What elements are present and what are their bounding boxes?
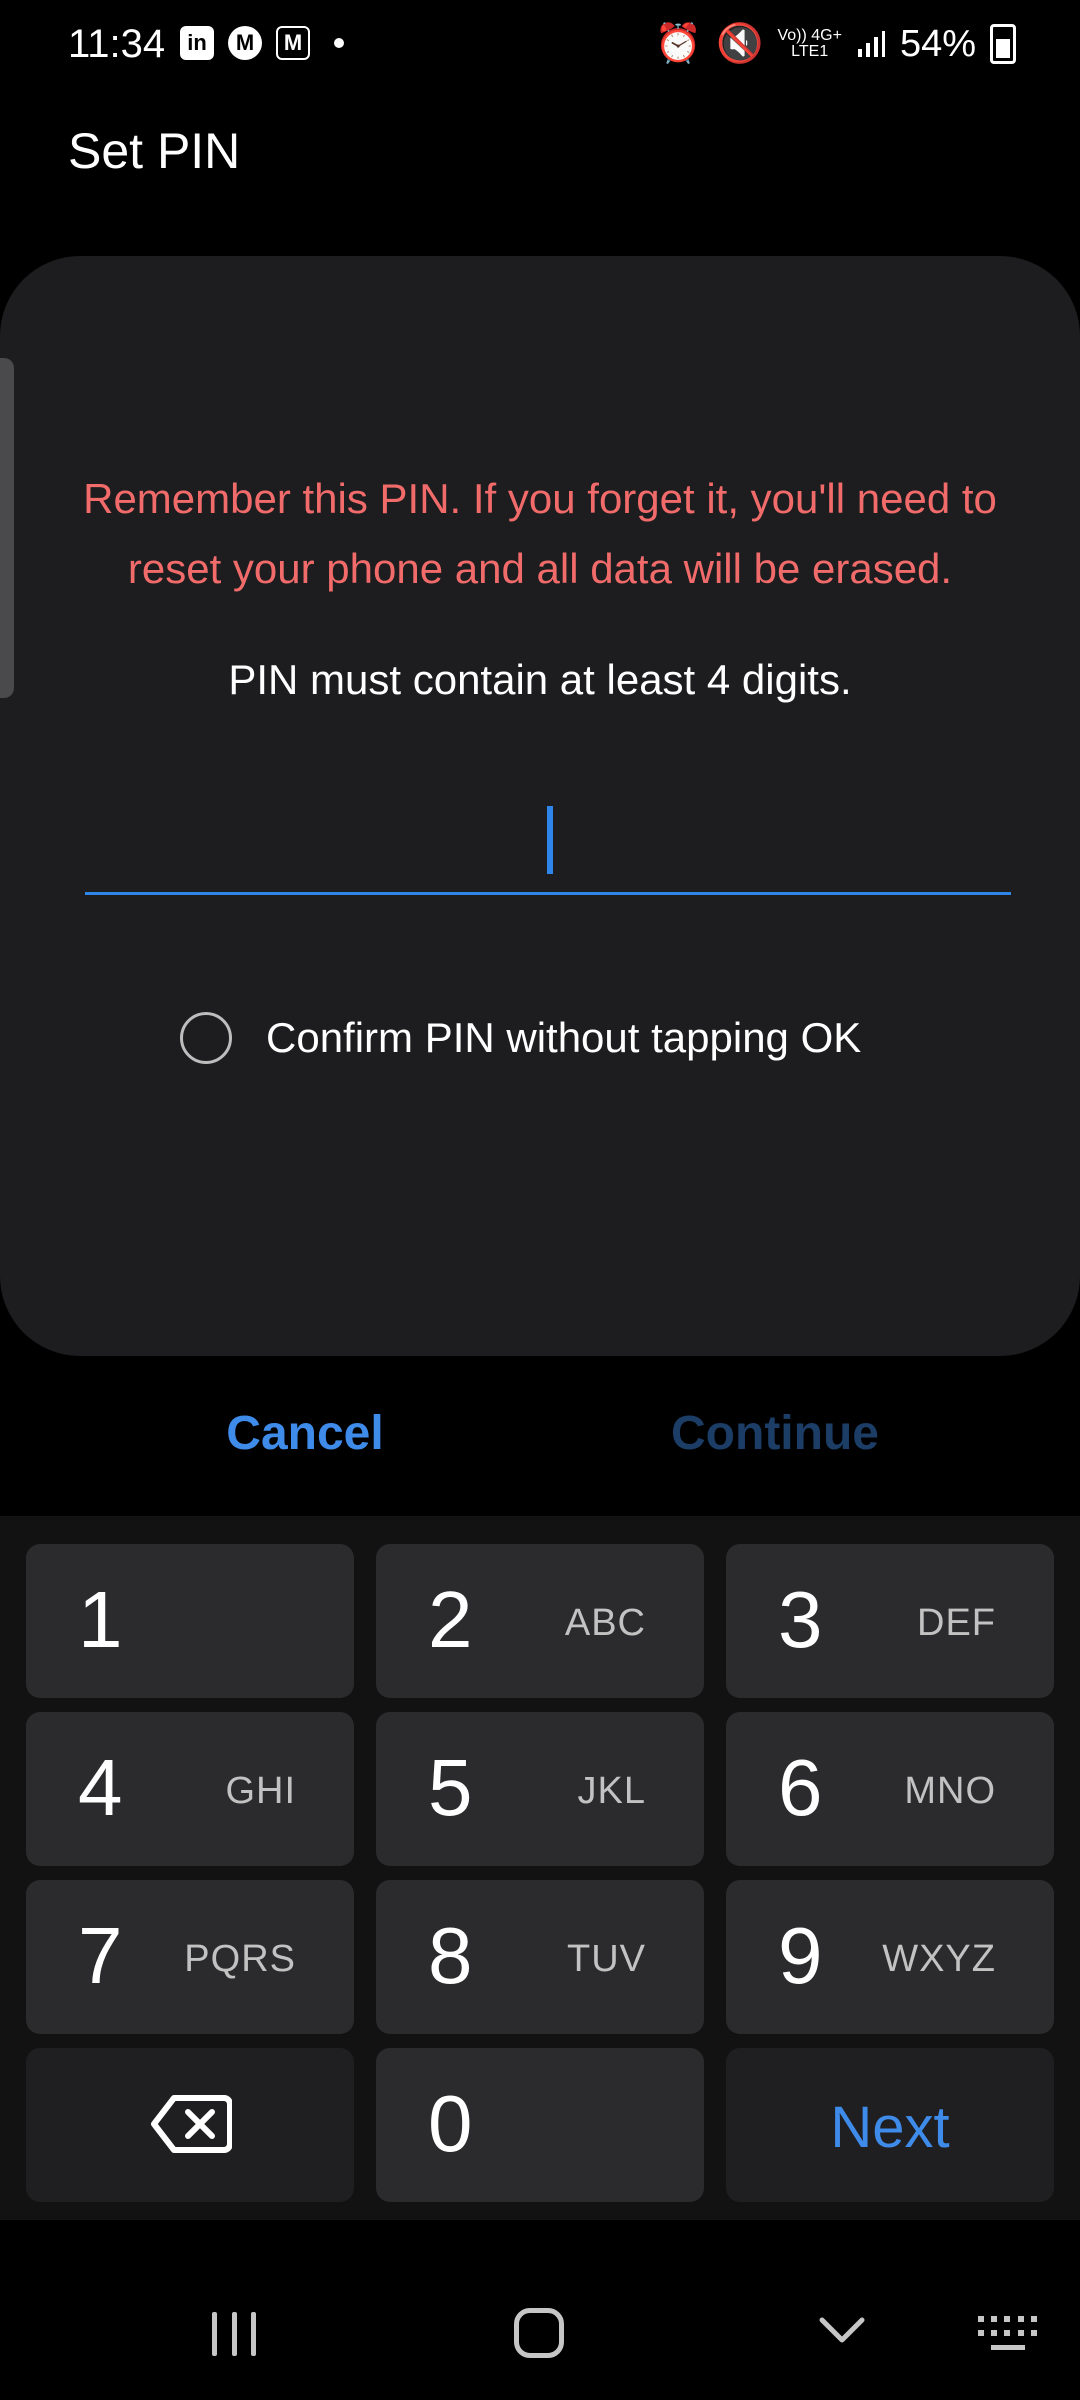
home-icon[interactable] bbox=[514, 2308, 564, 2358]
key-digit: 8 bbox=[428, 1911, 473, 2000]
key-7[interactable]: 7 PQRS bbox=[26, 1880, 354, 2034]
continue-button[interactable]: Continue bbox=[640, 1406, 910, 1461]
key-0[interactable]: 0 bbox=[376, 2048, 704, 2202]
pin-hint-text: PIN must contain at least 4 digits. bbox=[228, 656, 852, 703]
chevron-down-icon[interactable] bbox=[816, 2310, 868, 2350]
network-label: Vo)) 4G+ LTE1 bbox=[777, 27, 842, 60]
key-9[interactable]: 9 WXYZ bbox=[726, 1880, 1054, 2034]
key-digit: 4 bbox=[78, 1743, 123, 1832]
key-8[interactable]: 8 TUV bbox=[376, 1880, 704, 2034]
battery-percent: 54% bbox=[899, 22, 976, 65]
key-4[interactable]: 4 GHI bbox=[26, 1712, 354, 1866]
signal-icon bbox=[857, 31, 885, 57]
pin-warning-text: Remember this PIN. If you forget it, you… bbox=[83, 475, 997, 592]
key-1[interactable]: 1 bbox=[26, 1544, 354, 1698]
alarm-icon: ⏰ bbox=[654, 23, 703, 65]
key-6[interactable]: 6 MNO bbox=[726, 1712, 1054, 1866]
mastodon-icon: M bbox=[228, 26, 262, 60]
next-key[interactable]: Next bbox=[726, 2048, 1054, 2202]
more-notifications-dot-icon bbox=[334, 38, 344, 48]
numeric-keypad: 1 2 ABC 3 DEF 4 GHI 5 JKL 6 MNO 7 PQRS 8… bbox=[0, 1516, 1080, 2220]
status-bar: 11:34 in M M ⏰ 🔇 Vo)) 4G+ LTE1 54% bbox=[0, 0, 1080, 96]
key-letters: GHI bbox=[225, 1770, 296, 1812]
key-letters: WXYZ bbox=[882, 1938, 996, 1980]
key-letters: JKL bbox=[577, 1770, 646, 1812]
key-digit: 3 bbox=[778, 1575, 823, 1664]
key-letters: DEF bbox=[917, 1602, 996, 1644]
confirm-without-ok-option[interactable]: Confirm PIN without tapping OK bbox=[180, 1012, 861, 1064]
key-digit: 6 bbox=[778, 1743, 823, 1832]
status-time: 11:34 bbox=[68, 22, 166, 66]
key-digit: 7 bbox=[78, 1911, 123, 2000]
scroll-handle[interactable] bbox=[0, 358, 14, 698]
mute-icon: 🔇 bbox=[716, 23, 764, 65]
system-navigation-bar bbox=[0, 2220, 1080, 2400]
key-3[interactable]: 3 DEF bbox=[726, 1544, 1054, 1698]
status-right: ⏰ 🔇 Vo)) 4G+ LTE1 54% bbox=[655, 22, 1016, 66]
gmail-icon: M bbox=[276, 26, 310, 60]
text-cursor bbox=[547, 806, 553, 874]
key-digit: 2 bbox=[428, 1575, 473, 1664]
key-letters: PQRS bbox=[184, 1938, 296, 1980]
backspace-key[interactable] bbox=[26, 2048, 354, 2202]
page-title: Set PIN bbox=[68, 123, 241, 179]
confirm-without-ok-radio[interactable] bbox=[180, 1012, 232, 1064]
key-letters: MNO bbox=[904, 1770, 996, 1812]
key-digit: 9 bbox=[778, 1911, 823, 2000]
key-digit: 0 bbox=[428, 2079, 473, 2168]
notification-icons: in M M bbox=[180, 26, 344, 60]
key-digit: 5 bbox=[428, 1743, 473, 1832]
key-5[interactable]: 5 JKL bbox=[376, 1712, 704, 1866]
linkedin-icon: in bbox=[180, 26, 214, 60]
key-letters: ABC bbox=[564, 1602, 646, 1644]
keyboard-icon[interactable] bbox=[978, 2316, 1038, 2352]
battery-icon bbox=[990, 24, 1016, 64]
recents-icon[interactable] bbox=[212, 2312, 256, 2356]
key-letters: TUV bbox=[567, 1938, 646, 1980]
cancel-button[interactable]: Cancel bbox=[170, 1406, 440, 1461]
key-2[interactable]: 2 ABC bbox=[376, 1544, 704, 1698]
key-digit: 1 bbox=[78, 1575, 123, 1664]
backspace-icon bbox=[151, 2095, 232, 2153]
confirm-without-ok-label: Confirm PIN without tapping OK bbox=[266, 1014, 862, 1061]
next-key-label: Next bbox=[830, 2095, 950, 2160]
